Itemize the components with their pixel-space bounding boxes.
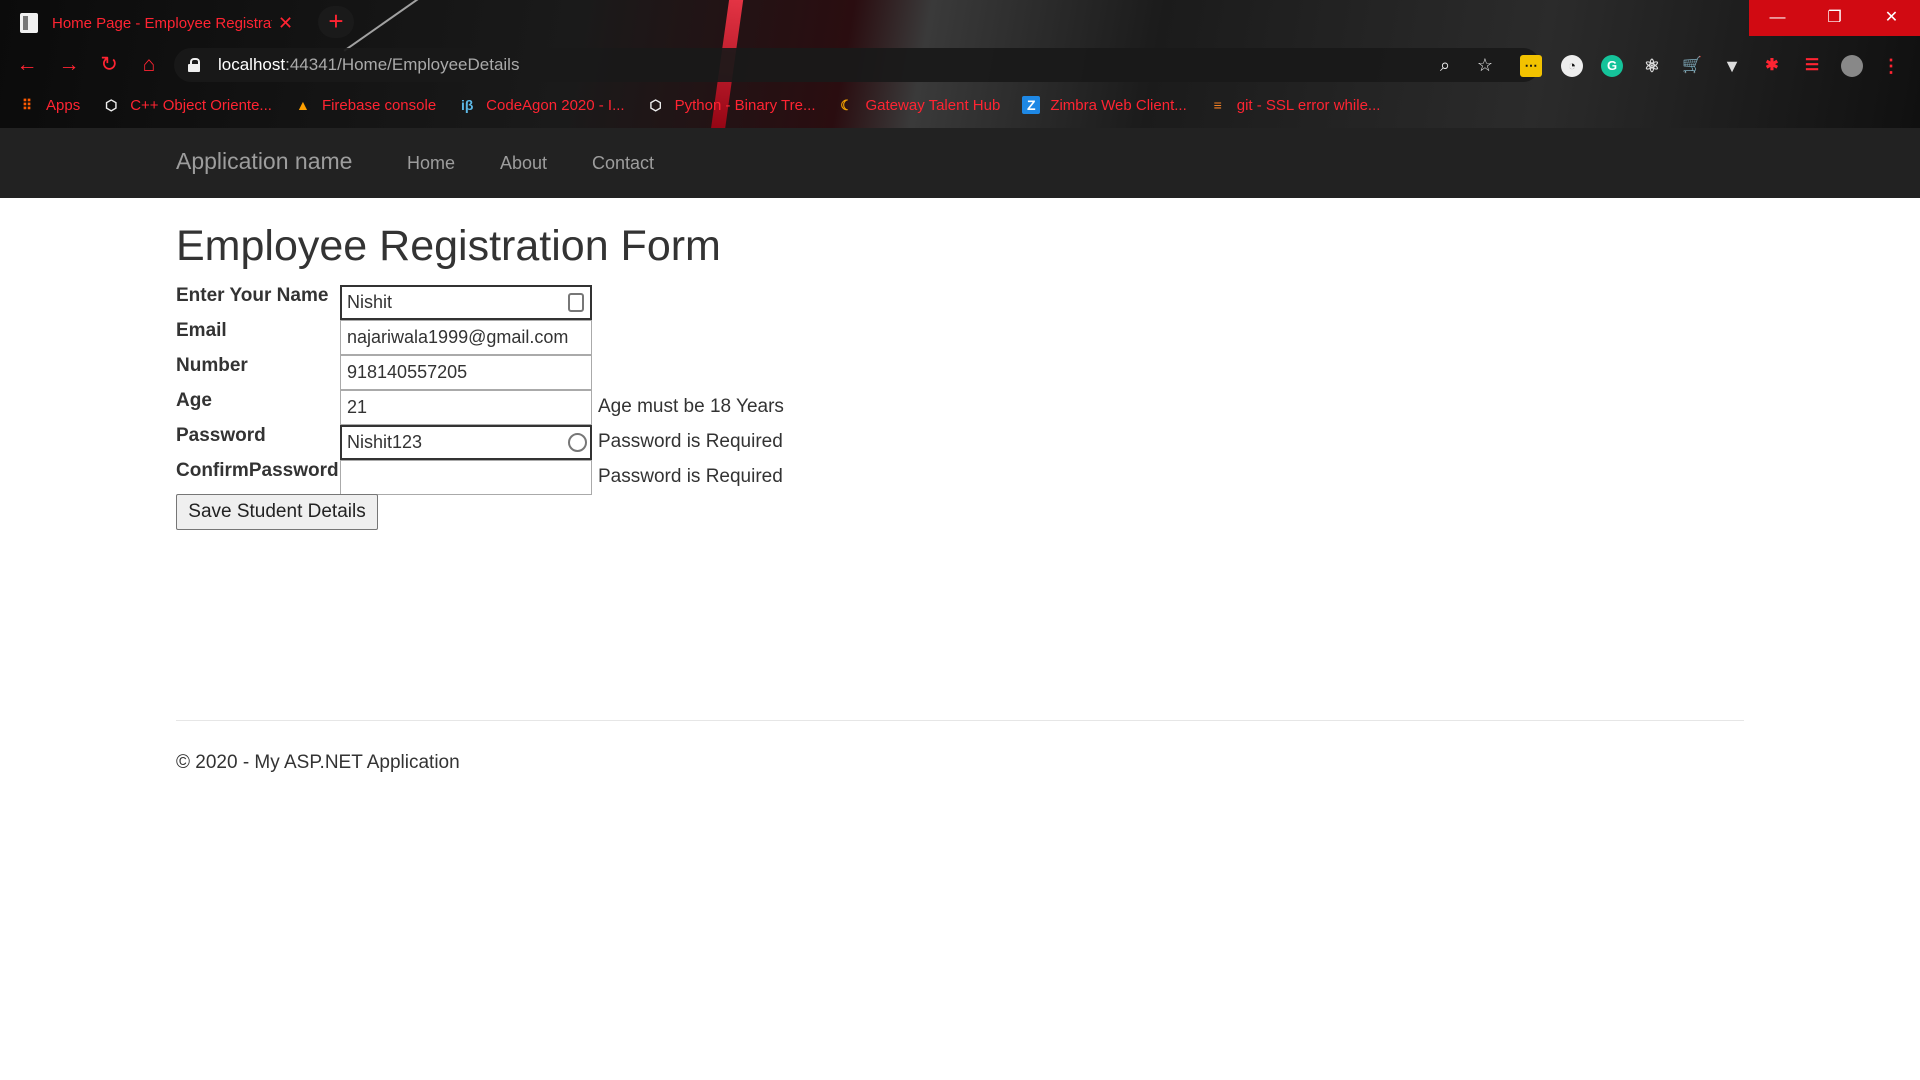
bookmark-label: Gateway Talent Hub xyxy=(865,96,1001,114)
zoom-icon[interactable]: ⌕ xyxy=(1434,54,1456,76)
confirm-password-label: ConfirmPassword xyxy=(176,460,339,481)
bookmark-gateway[interactable]: ☾ Gateway Talent Hub xyxy=(838,96,1001,114)
form-row-name: Enter Your Name Nishit xyxy=(176,285,876,320)
form-row-email: Email najariwala1999@gmail.com xyxy=(176,320,876,355)
nav-link-home[interactable]: Home xyxy=(407,153,455,174)
bookmark-label: CodeAgon 2020 - I... xyxy=(486,96,625,114)
name-label: Enter Your Name xyxy=(176,285,329,306)
age-label: Age xyxy=(176,390,212,411)
email-input[interactable]: najariwala1999@gmail.com xyxy=(340,320,592,355)
bookmark-git-ssl[interactable]: ≡ git - SSL error while... xyxy=(1209,96,1381,114)
form-row-age: Age 21 Age must be 18 Years xyxy=(176,390,876,425)
password-label: Password xyxy=(176,425,266,446)
browser-tab-active[interactable]: Home Page - Employee Registrat ✕ xyxy=(10,4,310,42)
lock-icon xyxy=(188,58,200,72)
form-row-password: Password Nishit123 Password is Required xyxy=(176,425,876,460)
new-tab-button[interactable]: + xyxy=(318,6,354,38)
url-path: :44341/Home/EmployeeDetails xyxy=(285,55,520,74)
bookmark-label: C++ Object Oriente... xyxy=(130,96,272,114)
tab-title: Home Page - Employee Registrat xyxy=(52,14,272,32)
bookmark-label: Zimbra Web Client... xyxy=(1050,96,1187,114)
zimbra-icon: Z xyxy=(1022,96,1041,114)
footer-copyright: © 2020 - My ASP.NET Application xyxy=(176,752,460,773)
extension-puzzle-icon[interactable]: ✱ xyxy=(1761,55,1783,77)
bookmarks-bar: ⠿ Apps ⬡ C++ Object Oriente... ▲ Firebas… xyxy=(0,90,1920,120)
form-row-number: Number 918140557205 xyxy=(176,355,876,390)
tab-close-icon[interactable]: ✕ xyxy=(278,13,293,34)
age-input[interactable]: 21 xyxy=(340,390,592,425)
apps-grid-icon: ⠿ xyxy=(21,97,33,113)
bookmark-cpp[interactable]: ⬡ C++ Object Oriente... xyxy=(102,96,272,114)
bookmark-codeagon[interactable]: iβ CodeAgon 2020 - I... xyxy=(458,96,625,114)
stackoverflow-icon: ≡ xyxy=(1213,97,1222,113)
bookmark-firebase[interactable]: ▲ Firebase console xyxy=(294,96,436,114)
password-validation-message: Password is Required xyxy=(598,431,783,452)
grammarly-icon[interactable]: G xyxy=(1601,55,1623,77)
page-favicon-icon xyxy=(20,13,38,33)
nav-link-about[interactable]: About xyxy=(500,153,547,174)
gateway-icon: ☾ xyxy=(840,97,853,113)
bookmark-label: Firebase console xyxy=(321,96,437,114)
reload-icon[interactable]: ↻ xyxy=(94,50,124,80)
forward-arrow-icon[interactable]: → xyxy=(54,50,84,80)
bookmark-apps[interactable]: ⠿ Apps xyxy=(18,96,80,114)
confirm-password-validation-message: Password is Required xyxy=(598,466,783,487)
email-label: Email xyxy=(176,320,227,341)
tab-strip: Home Page - Employee Registrat ✕ + xyxy=(0,0,1920,42)
bookmark-label: Apps xyxy=(46,96,81,114)
form-row-confirm-password: ConfirmPassword Password is Required xyxy=(176,460,876,495)
contact-card-icon[interactable] xyxy=(568,293,584,312)
nav-link-contact[interactable]: Contact xyxy=(592,153,654,174)
extension-notes-icon[interactable]: ⋯ xyxy=(1520,55,1542,77)
number-input[interactable]: 918140557205 xyxy=(340,355,592,390)
footer-divider xyxy=(176,720,1744,721)
profile-avatar[interactable] xyxy=(1841,55,1863,77)
bookmark-star-icon[interactable]: ☆ xyxy=(1474,54,1496,76)
ib-icon: iβ xyxy=(460,97,474,113)
cart-icon[interactable]: 🛒 xyxy=(1681,55,1703,77)
browser-toolbar: ← → ↻ ⌂ localhost:44341/Home/EmployeeDet… xyxy=(0,46,1920,84)
address-bar[interactable]: localhost:44341/Home/EmployeeDetails ⌕ ☆ xyxy=(174,48,1540,82)
password-manager-key-icon[interactable] xyxy=(568,433,587,452)
password-input[interactable]: Nishit123 xyxy=(340,425,592,460)
vue-icon[interactable]: ▼ xyxy=(1721,55,1743,77)
bookmark-python[interactable]: ⬡ Python - Binary Tre... xyxy=(647,96,816,114)
window-close-button[interactable]: ✕ xyxy=(1863,0,1920,36)
bookmark-label: Python - Binary Tre... xyxy=(674,96,816,114)
menu-kebab-icon[interactable]: ⋮ xyxy=(1880,55,1902,77)
minimize-button[interactable]: — xyxy=(1749,0,1806,36)
confirm-password-input[interactable] xyxy=(340,460,592,495)
page-title: Employee Registration Form xyxy=(176,222,721,270)
home-icon[interactable]: ⌂ xyxy=(134,50,164,80)
hexagon-icon: ⬡ xyxy=(649,97,662,113)
age-validation-message: Age must be 18 Years xyxy=(598,396,784,417)
extension-speed-icon[interactable]: ◔ xyxy=(1561,55,1583,77)
restore-button[interactable]: ❐ xyxy=(1806,0,1863,36)
back-arrow-icon[interactable]: ← xyxy=(12,50,42,80)
react-devtools-icon[interactable]: ⚛ xyxy=(1641,55,1663,77)
browser-chrome: Home Page - Employee Registrat ✕ + — ❐ ✕… xyxy=(0,0,1920,128)
site-navbar: Application name Home About Contact xyxy=(0,128,1920,198)
firebase-icon: ▲ xyxy=(296,97,310,113)
hexagon-icon: ⬡ xyxy=(105,97,118,113)
navbar-brand[interactable]: Application name xyxy=(176,148,352,175)
reading-list-icon[interactable]: ☰ xyxy=(1801,55,1823,77)
url-host: localhost xyxy=(218,55,286,74)
name-input[interactable]: Nishit xyxy=(340,285,592,320)
save-student-details-button[interactable]: Save Student Details xyxy=(176,494,378,530)
number-label: Number xyxy=(176,355,248,376)
bookmark-label: git - SSL error while... xyxy=(1236,96,1381,114)
bookmark-zimbra[interactable]: Z Zimbra Web Client... xyxy=(1022,96,1187,114)
